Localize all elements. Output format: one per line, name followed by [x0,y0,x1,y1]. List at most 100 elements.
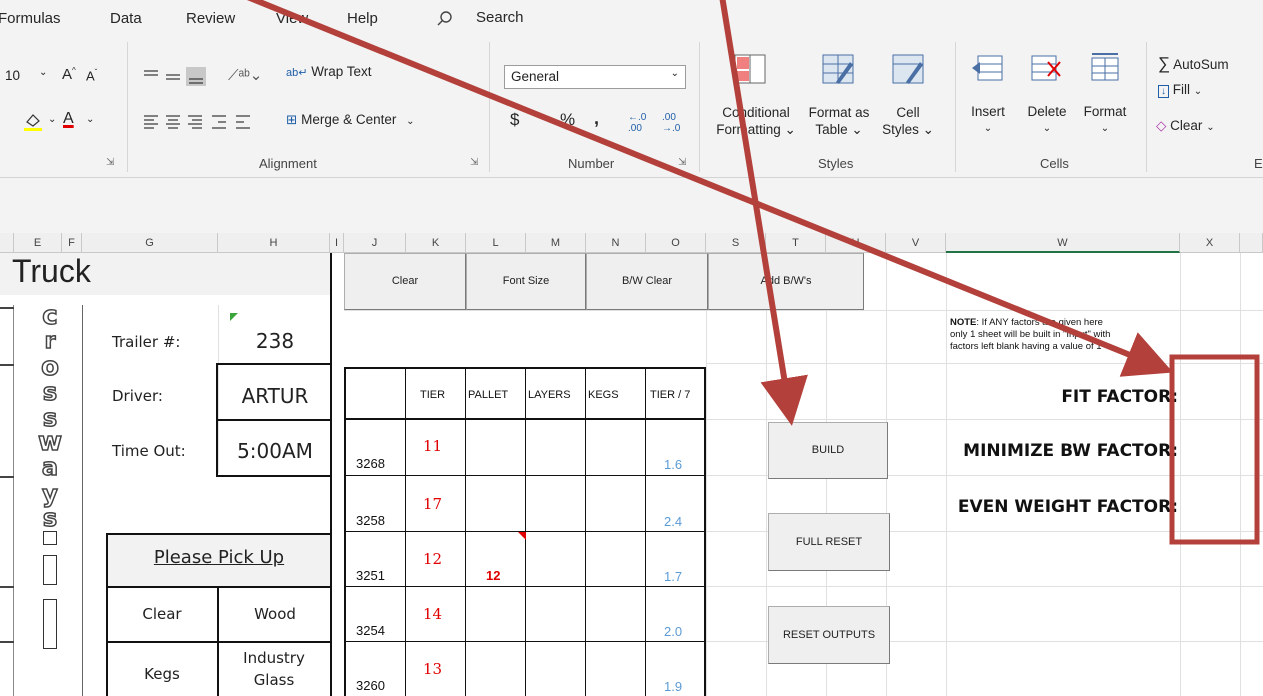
column-header-i[interactable]: I [330,233,344,253]
alignment-group-label: Alignment [259,156,317,171]
ribbon: 10 ⌄ A^ Aˇ ⌄ A ⌄ ⇲ ⟋ᵃᵇ⌄ ab↵ Wrap Text ⊞ … [0,38,1263,178]
tab-formulas[interactable]: Formulas [0,10,61,27]
logo-letter: c [42,301,59,331]
clear-button[interactable]: Clear [344,253,466,310]
column-header[interactable] [0,233,14,253]
table-header-tier-ratio: TIER / 7 [650,389,691,401]
add-bws-button[interactable]: Add B/W's [708,253,864,310]
chevron-down-icon[interactable]: ⌄ [86,114,94,125]
minimize-bw-factor-input[interactable] [1180,419,1240,475]
tab-review[interactable]: Review [186,10,235,27]
chevron-down-icon[interactable]: ⌄ [48,114,56,125]
column-header-h[interactable]: H [218,233,330,253]
even-weight-factor-input[interactable] [1180,475,1240,531]
font-size-value: 10 [5,68,21,83]
wrap-text-label: Wrap Text [311,64,372,79]
tab-data[interactable]: Data [110,10,142,27]
column-header-k[interactable]: K [406,233,466,253]
timeout-value[interactable]: 5:00AM [220,439,330,463]
column-header-j[interactable]: J [344,233,406,253]
column-header-s[interactable]: S [706,233,766,253]
even-weight-factor-label: EVEN WEIGHT FACTOR: [957,497,1178,517]
editing-group-label: E [1254,156,1263,171]
table-row-tier[interactable]: 14 [423,605,442,623]
delete-cells-icon [1031,55,1061,81]
logo-letter: s [42,504,58,532]
conditional-formatting-button[interactable]: Conditional Formatting ⌄ [708,104,804,138]
table-header-layers: LAYERS [528,389,571,401]
orientation-icon[interactable]: ⟋ᵃᵇ⌄ [228,66,262,84]
sheet-title-cell[interactable]: Truck [0,253,330,295]
percent-icon[interactable]: % [560,110,575,130]
cell-styles-button[interactable]: Cell Styles ⌄ [876,104,940,138]
worksheet[interactable]: Truck c r o s s w a y s Trailer #: 238 D… [0,253,1263,696]
fit-factor-input[interactable] [1180,363,1240,418]
comment-indicator-icon [230,313,238,321]
column-header[interactable] [1240,233,1263,253]
table-row-tier[interactable]: 17 [423,495,442,513]
font-size-button[interactable]: Font Size [466,253,586,310]
column-header-t[interactable]: T [766,233,826,253]
table-row-ratio: 2.4 [664,514,683,529]
font-size-combo[interactable]: 10 ⌄ [0,64,56,88]
column-header-v[interactable]: V [886,233,946,253]
merge-center-icon: ⊞ [286,112,298,127]
wrap-text-icon: ab↵ [286,67,308,79]
merge-center-button[interactable]: ⊞ Merge & Center ⌄ [286,112,415,128]
autosum-button[interactable]: ∑ AutoSum [1158,54,1229,74]
table-row-pallet[interactable]: 12 [486,568,500,583]
trailer-value[interactable]: 238 [220,329,330,353]
shrink-font-icon[interactable]: Aˇ [86,68,97,83]
fill-down-icon: ↓ [1158,85,1169,98]
font-color-icon[interactable]: A [63,110,74,128]
reset-outputs-button[interactable]: RESET OUTPUTS [768,606,890,664]
ribbon-tab-bar: Formulas Data Review View Help Search [0,0,1263,38]
fit-factor-label: FIT FACTOR: [1061,387,1178,407]
vertical-align-icons[interactable] [142,66,220,86]
format-as-table-button[interactable]: Format as Table ⌄ [804,104,874,138]
dialog-launcher-icon[interactable]: ⇲ [106,157,114,168]
crossways-logo: c r o s s w a y s [26,301,74,696]
table-row-ratio: 1.9 [664,679,683,694]
currency-icon[interactable]: $ [510,110,519,130]
pickup-item-right: Wood [254,605,296,623]
column-header-o[interactable]: O [646,233,706,253]
chevron-down-icon: ⌄ [39,67,48,78]
bw-clear-button[interactable]: B/W Clear [586,253,708,310]
number-format-combo[interactable]: General ⌄ [504,65,686,89]
logo-letter: o [40,352,59,382]
build-button[interactable]: BUILD [768,422,888,479]
column-header-m[interactable]: M [526,233,586,253]
full-reset-button[interactable]: FULL RESET [768,513,890,571]
fill-color-icon[interactable] [22,110,44,132]
column-header-g[interactable]: G [82,233,218,253]
column-header-f[interactable]: F [62,233,82,253]
column-header-w[interactable]: W [946,233,1180,253]
fill-button[interactable]: ↓ Fill ⌄ [1158,82,1202,98]
column-header-e[interactable]: E [14,233,62,253]
column-header-n[interactable]: N [586,233,646,253]
table-row-tier[interactable]: 11 [423,437,442,455]
wrap-text-button[interactable]: ab↵ Wrap Text [286,64,372,79]
table-row-tier[interactable]: 13 [423,660,442,678]
column-header-l[interactable]: L [466,233,526,253]
format-button[interactable]: Format ⌄ [1080,104,1130,134]
column-header-x[interactable]: X [1180,233,1240,253]
dialog-launcher-icon[interactable]: ⇲ [470,157,478,168]
logo-letter: a [41,452,59,482]
increase-decimal-icon[interactable]: ←.0.00 [628,112,646,134]
column-header-u[interactable]: U [826,233,886,253]
driver-value[interactable]: ARTUR [220,384,330,408]
grow-font-icon[interactable]: A^ [62,66,76,83]
number-format-value: General [511,69,560,84]
clear-button[interactable]: ◇ Clear ⌄ [1156,118,1215,134]
comma-icon[interactable]: , [594,108,599,129]
tab-view[interactable]: View [276,10,308,27]
tab-help[interactable]: Help [347,10,378,27]
horizontal-align-icons[interactable] [142,114,260,130]
delete-button[interactable]: Delete ⌄ [1022,104,1072,134]
insert-button[interactable]: Insert ⌄ [968,104,1008,134]
table-row-tier[interactable]: 12 [423,550,442,568]
decrease-decimal-icon[interactable]: .00 →.0 [662,112,680,134]
dialog-launcher-icon[interactable]: ⇲ [678,157,686,168]
